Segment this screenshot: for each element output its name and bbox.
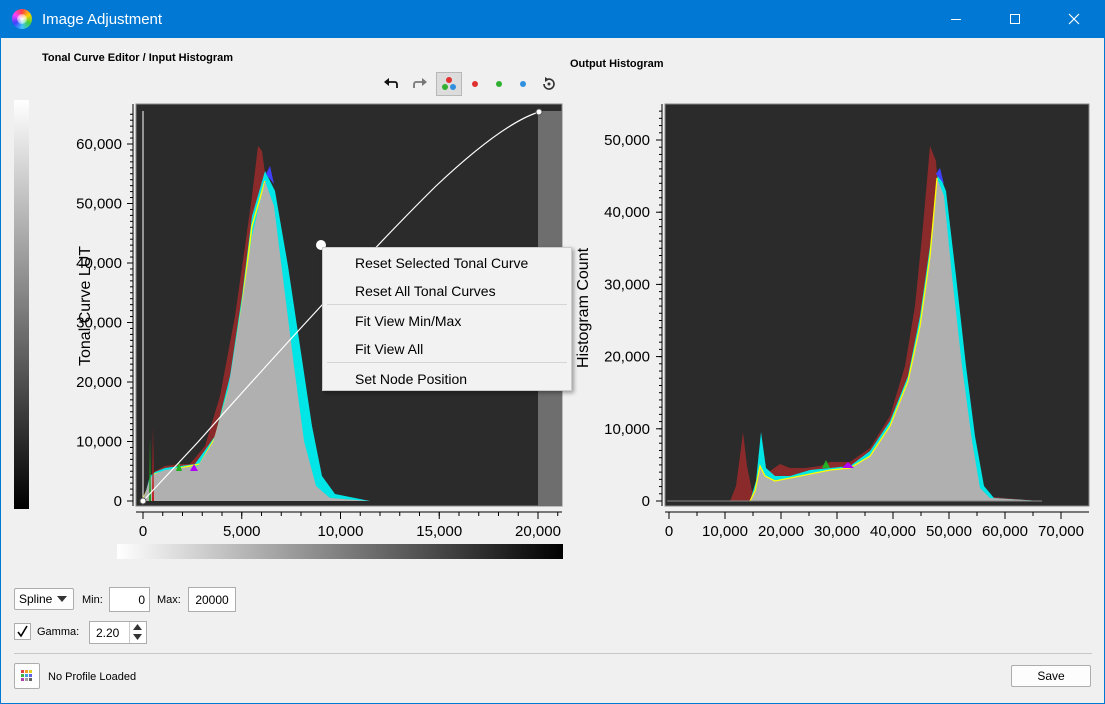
y-tick-label: 10,000	[604, 421, 650, 438]
reset-view-button[interactable]	[536, 72, 562, 96]
profile-status: No Profile Loaded	[48, 671, 137, 683]
chevron-down-icon	[57, 596, 67, 602]
x-tick-label: 0	[665, 523, 673, 540]
minimize-button[interactable]	[930, 0, 982, 38]
reset-icon	[543, 77, 555, 90]
curve-node-start[interactable]	[139, 497, 147, 505]
checkmark-icon	[17, 625, 28, 638]
x-tick-label: 30,000	[814, 523, 860, 540]
y-tick-label: 40,000	[604, 204, 650, 221]
profile-button[interactable]	[14, 663, 40, 689]
gamma-checkbox[interactable]	[14, 623, 31, 640]
y-tick-label: 0	[642, 493, 650, 510]
red-channel-icon	[472, 81, 478, 87]
rgb-all-icon	[442, 77, 456, 90]
input-gradient-bar	[117, 544, 563, 559]
palette-icon	[21, 670, 32, 681]
y-tick-label: 60,000	[76, 136, 122, 153]
minimize-icon	[951, 19, 961, 20]
histogram-y-label: Histogram Count	[575, 247, 592, 368]
output-histogram-header: Output Histogram	[570, 58, 664, 70]
green-channel-button[interactable]	[486, 72, 512, 96]
menu-item-fit-view-min-max[interactable]: Fit View Min/Max	[355, 309, 461, 333]
y-tick-label: 0	[114, 493, 122, 510]
left-x-ticks: 0 5,000 10,000 15,000 20,000	[139, 512, 561, 540]
y-tick-label: 30,000	[76, 315, 122, 332]
right-x-ticks: 0 10,000 20,000 30,000 40,000 50,000 60,000 70,…	[665, 512, 1084, 540]
redo-icon	[413, 78, 427, 88]
spin-down-icon[interactable]	[133, 634, 142, 640]
y-tick-label: 40,000	[76, 255, 122, 272]
min-label: Min:	[82, 594, 103, 606]
y-tick-label: 10,000	[76, 434, 122, 451]
y-tick-label: 20,000	[604, 349, 650, 366]
menu-item-reset-selected-curve[interactable]: Reset Selected Tonal Curve	[355, 251, 528, 275]
close-icon	[1068, 13, 1080, 25]
gamma-label: Gamma:	[37, 626, 80, 638]
x-tick-label: 40,000	[870, 523, 916, 540]
x-tick-label: 5,000	[223, 523, 261, 540]
y-tick-label: 30,000	[604, 276, 650, 293]
window-title: Image Adjustment	[42, 11, 163, 28]
lut-gradient-bar	[14, 100, 29, 509]
menu-item-reset-all-curves[interactable]: Reset All Tonal Curves	[355, 279, 496, 303]
menu-separator	[327, 362, 567, 363]
menu-separator	[327, 304, 567, 305]
close-button[interactable]	[1048, 0, 1100, 38]
undo-button[interactable]	[378, 72, 404, 96]
footer-divider	[14, 653, 1092, 654]
rgb-all-channels-button[interactable]	[436, 72, 462, 96]
blue-channel-icon	[520, 81, 526, 87]
x-tick-label: 60,000	[982, 523, 1028, 540]
x-tick-label: 70,000	[1038, 523, 1084, 540]
menu-item-set-node-position[interactable]: Set Node Position	[355, 367, 467, 391]
output-histogram-chart: Histogram Count 50,000 40,000 30,000 20,000…	[575, 103, 1090, 540]
gamma-value: 2.20	[96, 625, 120, 640]
min-input[interactable]: 0	[109, 587, 150, 612]
redo-button[interactable]	[407, 72, 433, 96]
y-tick-label: 20,000	[76, 374, 122, 391]
green-channel-icon	[496, 81, 502, 87]
maximize-icon	[1010, 14, 1020, 24]
x-tick-label: 0	[139, 523, 147, 540]
menu-item-fit-view-all[interactable]: Fit View All	[355, 337, 423, 361]
app-icon	[12, 9, 32, 29]
tonal-curve-header: Tonal Curve Editor / Input Histogram	[42, 52, 234, 64]
save-button[interactable]: Save	[1011, 665, 1091, 687]
y-tick-label: 50,000	[76, 196, 122, 213]
context-menu: Reset Selected Tonal Curve Reset All Ton…	[322, 247, 572, 391]
blue-channel-button[interactable]	[510, 72, 536, 96]
x-tick-label: 15,000	[416, 523, 462, 540]
maximize-button[interactable]	[989, 0, 1041, 38]
x-tick-label: 10,000	[702, 523, 748, 540]
curve-node-end[interactable]	[535, 108, 543, 116]
spin-up-icon[interactable]	[133, 624, 142, 630]
x-tick-label: 50,000	[926, 523, 972, 540]
red-channel-button[interactable]	[462, 72, 488, 96]
y-tick-label: 50,000	[604, 132, 650, 149]
right-y-ticks: 50,000 40,000 30,000 20,000 10,000 0	[604, 110, 662, 510]
max-label: Max:	[157, 594, 181, 606]
curve-type-value: Spline	[19, 592, 53, 606]
gamma-spinbox[interactable]: 2.20	[89, 621, 147, 644]
x-tick-label: 10,000	[318, 523, 364, 540]
curve-type-dropdown[interactable]: Spline	[14, 588, 74, 610]
gamma-spin-buttons[interactable]	[129, 622, 146, 643]
max-input[interactable]: 20000	[188, 587, 236, 612]
undo-icon	[384, 78, 398, 88]
x-tick-label: 20,000	[515, 523, 561, 540]
title-bar: Image Adjustment	[0, 0, 1105, 38]
x-tick-label: 20,000	[758, 523, 804, 540]
